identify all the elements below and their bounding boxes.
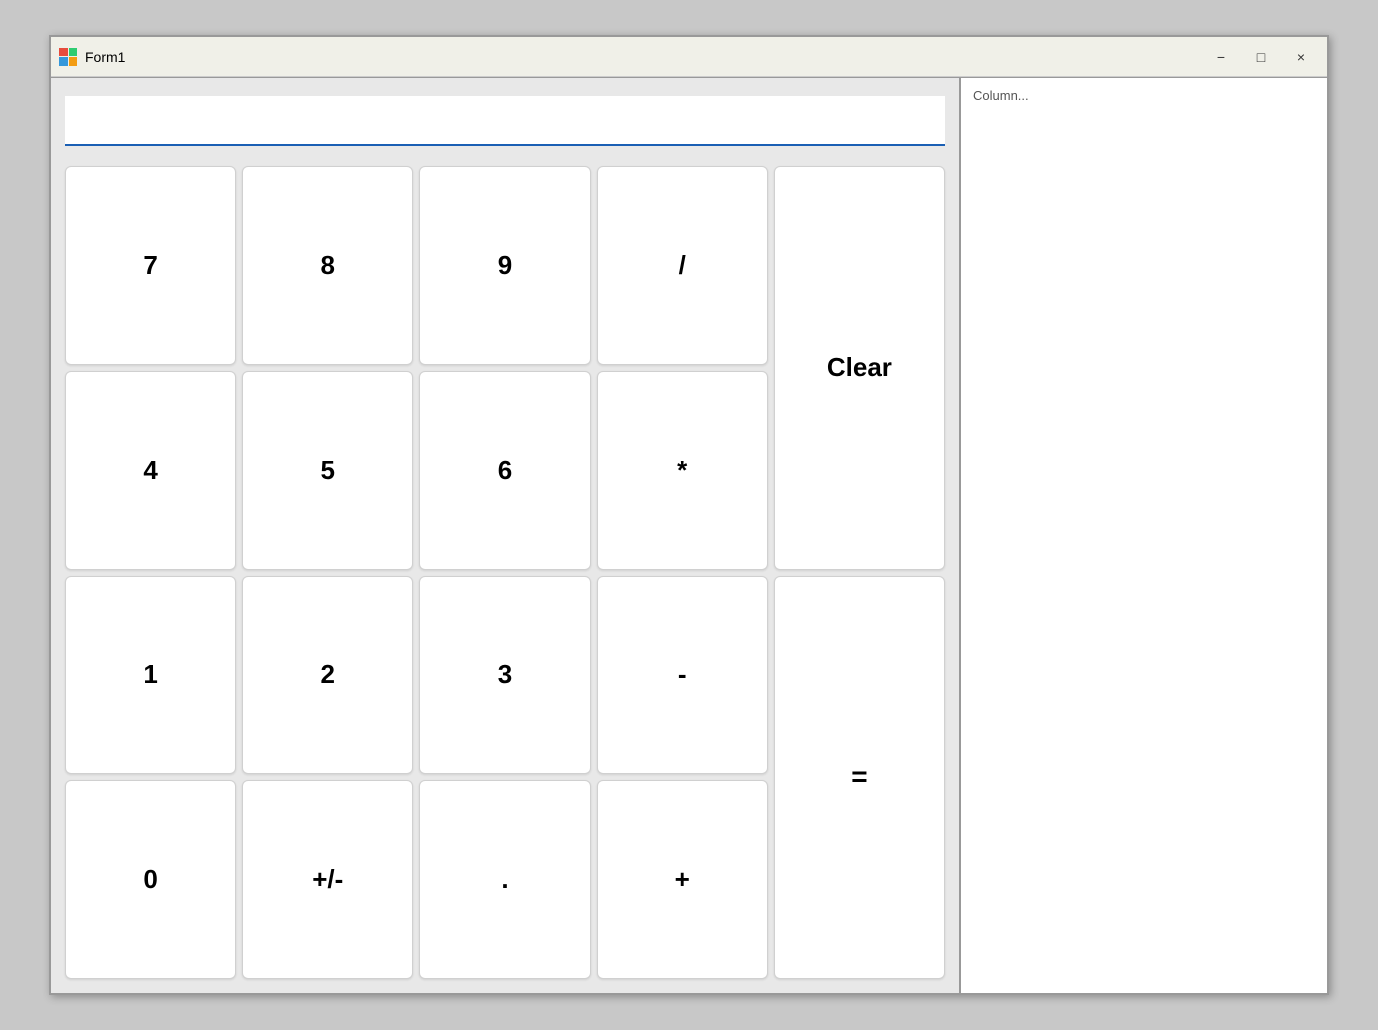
title-bar-controls: − □ ×	[1203, 43, 1319, 71]
button-0[interactable]: 0	[65, 780, 236, 979]
button-decimal[interactable]: .	[419, 780, 590, 979]
button-6[interactable]: 6	[419, 371, 590, 570]
title-bar: Form1 − □ ×	[51, 37, 1327, 77]
display-area	[61, 88, 949, 154]
button-4[interactable]: 4	[65, 371, 236, 570]
app-icon	[59, 48, 77, 66]
button-subtract[interactable]: -	[597, 576, 768, 775]
button-negate[interactable]: +/-	[242, 780, 413, 979]
button-8[interactable]: 8	[242, 166, 413, 365]
button-7[interactable]: 7	[65, 166, 236, 365]
button-add[interactable]: +	[597, 780, 768, 979]
column-label[interactable]: Column...	[969, 86, 1033, 105]
minimize-button[interactable]: −	[1203, 43, 1239, 71]
buttons-grid: 7 8 9 / Clear 4 5 6 * 1 2 3 - = 0	[61, 162, 949, 983]
display-input[interactable]	[65, 96, 945, 146]
title-bar-left: Form1	[59, 48, 125, 66]
maximize-button[interactable]: □	[1243, 43, 1279, 71]
right-panel: Column...	[961, 78, 1327, 993]
window-content: 7 8 9 / Clear 4 5 6 * 1 2 3 - = 0	[51, 77, 1327, 993]
clear-button[interactable]: Clear	[774, 166, 945, 570]
calculator-panel: 7 8 9 / Clear 4 5 6 * 1 2 3 - = 0	[51, 78, 961, 993]
button-divide[interactable]: /	[597, 166, 768, 365]
main-window: Form1 − □ × 7 8 9 / Clear	[49, 35, 1329, 995]
button-2[interactable]: 2	[242, 576, 413, 775]
button-3[interactable]: 3	[419, 576, 590, 775]
close-button[interactable]: ×	[1283, 43, 1319, 71]
button-multiply[interactable]: *	[597, 371, 768, 570]
button-9[interactable]: 9	[419, 166, 590, 365]
window-title: Form1	[85, 49, 125, 65]
button-1[interactable]: 1	[65, 576, 236, 775]
equals-button[interactable]: =	[774, 576, 945, 980]
button-5[interactable]: 5	[242, 371, 413, 570]
